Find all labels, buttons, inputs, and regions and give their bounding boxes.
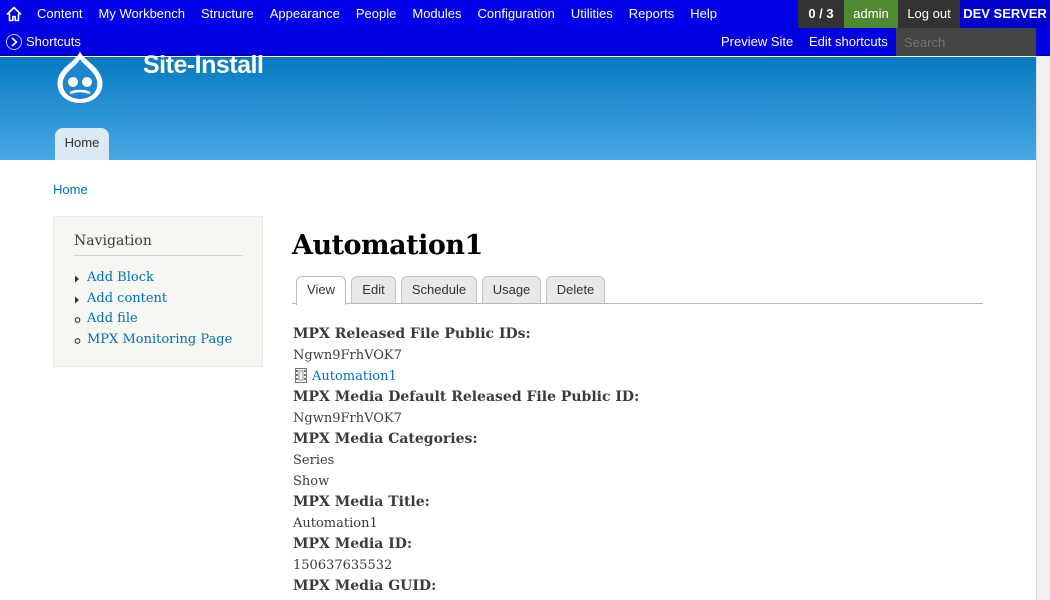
nav-item-label[interactable]: Add Block — [87, 270, 154, 285]
tab-delete[interactable]: Delete — [546, 276, 605, 303]
nav-item-add-file[interactable]: Add file — [74, 311, 232, 332]
nav-item-label[interactable]: Add file — [87, 311, 138, 326]
nav-item-label[interactable]: MPX Monitoring Page — [87, 332, 232, 347]
search-input[interactable] — [896, 28, 1036, 56]
field-value-released-ids: Ngwn9FrhVOK7 — [293, 348, 402, 363]
menu-people[interactable]: People — [356, 0, 396, 28]
logout-link[interactable]: Log out — [898, 0, 960, 28]
tab-edit[interactable]: Edit — [351, 276, 396, 303]
nav-item-add-content[interactable]: Add content — [74, 291, 232, 312]
admin-menu: Content My Workbench Structure Appearanc… — [37, 0, 733, 28]
toolbar-account: 0 / 3 admin Log out DEV SERVER — [798, 0, 1050, 28]
menu-my-workbench[interactable]: My Workbench — [99, 0, 185, 28]
field-value-media-id: 150637635532 — [293, 558, 393, 573]
tab-schedule[interactable]: Schedule — [401, 276, 477, 303]
menu-modules[interactable]: Modules — [412, 0, 461, 28]
preview-site-link[interactable]: Preview Site — [721, 28, 793, 56]
field-label-default-id: MPX Media Default Released File Public I… — [293, 389, 640, 405]
field-value-category: Show — [293, 474, 330, 489]
field-label-categories: MPX Media Categories: — [293, 431, 478, 447]
field-value-category: Series — [293, 453, 335, 468]
leaf-bullet-icon — [74, 337, 81, 344]
field-label-guid: MPX Media GUID: — [293, 578, 437, 594]
field-value-media-title: Automation1 — [293, 516, 378, 531]
field-label-media-title: MPX Media Title: — [293, 494, 430, 510]
navigation-divider — [74, 255, 243, 256]
edit-shortcuts-link[interactable]: Edit shortcuts — [809, 28, 888, 56]
leaf-bullet-icon — [74, 317, 81, 323]
nav-item-mpx-monitoring[interactable]: MPX Monitoring Page — [74, 332, 232, 353]
navigation-list: Add Block Add content Add file MPX Monit… — [74, 270, 232, 352]
menu-utilities[interactable]: Utilities — [571, 0, 613, 28]
workbench-count[interactable]: 0 / 3 — [798, 0, 844, 28]
field-label-media-id: MPX Media ID: — [293, 536, 413, 552]
environment-badge: DEV SERVER — [960, 0, 1050, 28]
tab-view[interactable]: View — [296, 276, 346, 305]
user-link[interactable]: admin — [844, 0, 898, 28]
nav-item-label[interactable]: Add content — [87, 291, 167, 306]
menu-content[interactable]: Content — [37, 0, 83, 28]
navigation-block: Navigation Add Block Add content Add fil… — [53, 216, 263, 367]
menu-structure[interactable]: Structure — [201, 0, 254, 28]
shortcuts-toggle-icon[interactable] — [6, 34, 22, 50]
file-link[interactable]: Automation1 — [293, 366, 993, 387]
navigation-title: Navigation — [74, 233, 152, 249]
admin-toolbar: Content My Workbench Structure Appearanc… — [0, 0, 1050, 28]
site-name[interactable]: Site-Install — [143, 51, 264, 80]
breadcrumb[interactable]: Home — [53, 182, 88, 197]
menu-appearance[interactable]: Appearance — [270, 0, 340, 28]
node-fields: MPX Released File Public IDs: Ngwn9FrhVO… — [293, 324, 993, 597]
local-tasks: View Edit Schedule Usage Delete — [292, 276, 983, 305]
drupal-logo-icon[interactable] — [50, 49, 110, 105]
field-label-released-ids: MPX Released File Public IDs: — [293, 326, 531, 342]
page-scrollbar[interactable] — [1036, 56, 1050, 600]
menu-reports[interactable]: Reports — [629, 0, 675, 28]
field-value-default-id: Ngwn9FrhVOK7 — [293, 411, 402, 426]
menu-configuration[interactable]: Configuration — [478, 0, 555, 28]
page-title: Automation1 — [292, 230, 483, 261]
site-header: Site-Install Home — [0, 51, 1036, 160]
home-icon[interactable] — [6, 6, 22, 22]
main-menu-home-tab[interactable]: Home — [55, 128, 109, 160]
video-file-icon — [295, 368, 307, 383]
tab-usage[interactable]: Usage — [482, 276, 541, 303]
collapsed-arrow-icon — [75, 275, 79, 283]
nav-item-add-block[interactable]: Add Block — [74, 270, 232, 291]
file-link-label[interactable]: Automation1 — [312, 369, 397, 384]
menu-help[interactable]: Help — [690, 0, 717, 28]
collapsed-arrow-icon — [75, 296, 79, 303]
